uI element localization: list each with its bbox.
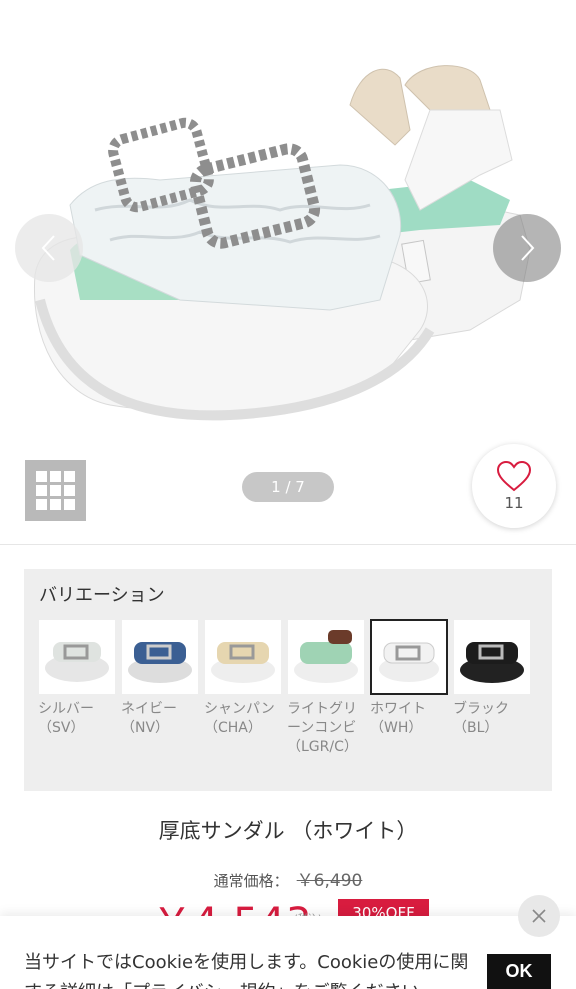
next-image-button[interactable] bbox=[493, 214, 561, 282]
variation-item-light-green[interactable]: ライトグリーンコンビ（LGR/C） bbox=[287, 619, 365, 757]
chevron-left-icon bbox=[41, 235, 55, 261]
variation-label: ブラック（BL） bbox=[453, 701, 509, 736]
variation-item-champagne[interactable]: シャンパン（CHA） bbox=[204, 619, 282, 738]
variation-label: シルバー（SV） bbox=[38, 701, 94, 736]
variation-thumbnail bbox=[38, 619, 116, 695]
close-icon bbox=[532, 909, 546, 923]
cookie-ok-button[interactable]: OK bbox=[487, 954, 551, 989]
variation-item-silver[interactable]: シルバー（SV） bbox=[38, 619, 116, 738]
grid-icon bbox=[36, 471, 47, 482]
variation-item-navy[interactable]: ネイビー（NV） bbox=[121, 619, 199, 738]
regular-price-label: 通常価格： bbox=[213, 872, 289, 890]
cookie-close-button[interactable] bbox=[518, 895, 560, 937]
previous-image-button[interactable] bbox=[15, 214, 83, 282]
variation-thumbnail bbox=[453, 619, 531, 695]
grid-view-button[interactable] bbox=[25, 460, 86, 521]
variation-label: ネイビー（NV） bbox=[121, 701, 177, 736]
variation-item-white[interactable]: ホワイト（WH） bbox=[370, 619, 448, 738]
variation-thumbnail bbox=[121, 619, 199, 695]
variation-label: シャンパン（CHA） bbox=[204, 701, 275, 736]
variation-label: ライトグリーンコンビ（LGR/C） bbox=[287, 701, 358, 755]
heart-icon bbox=[496, 460, 532, 492]
product-image-gallery[interactable]: 1 / 7 11 bbox=[0, 0, 576, 545]
variation-thumbnail bbox=[204, 619, 282, 695]
variation-thumbnail bbox=[370, 619, 448, 695]
image-counter: 1 / 7 bbox=[242, 472, 334, 502]
favorite-button[interactable]: 11 bbox=[472, 444, 556, 528]
cookie-message: 当サイトではCookieを使用します。Cookieの使用に関する詳細は「プライバ… bbox=[24, 952, 469, 989]
variation-title: バリエーション bbox=[39, 585, 165, 606]
product-title: 厚底サンダル （ホワイト） bbox=[158, 819, 418, 843]
variation-thumbnail bbox=[287, 619, 365, 695]
variation-list[interactable]: シルバー（SV） ネイビー（NV） シャンパン（CHA） ライトグリーンコンビ（… bbox=[38, 619, 552, 789]
favorite-count: 11 bbox=[504, 494, 524, 512]
variation-item-black[interactable]: ブラック（BL） bbox=[453, 619, 531, 738]
chevron-right-icon bbox=[521, 235, 535, 261]
regular-price: ￥6,490 bbox=[296, 871, 363, 891]
regular-price-row: 通常価格： ￥6,490 bbox=[0, 866, 576, 891]
variation-label: ホワイト（WH） bbox=[370, 701, 426, 736]
variation-panel: バリエーション シルバー（SV） ネイビー（NV） シャンパン（CHA） ライト… bbox=[24, 569, 552, 791]
